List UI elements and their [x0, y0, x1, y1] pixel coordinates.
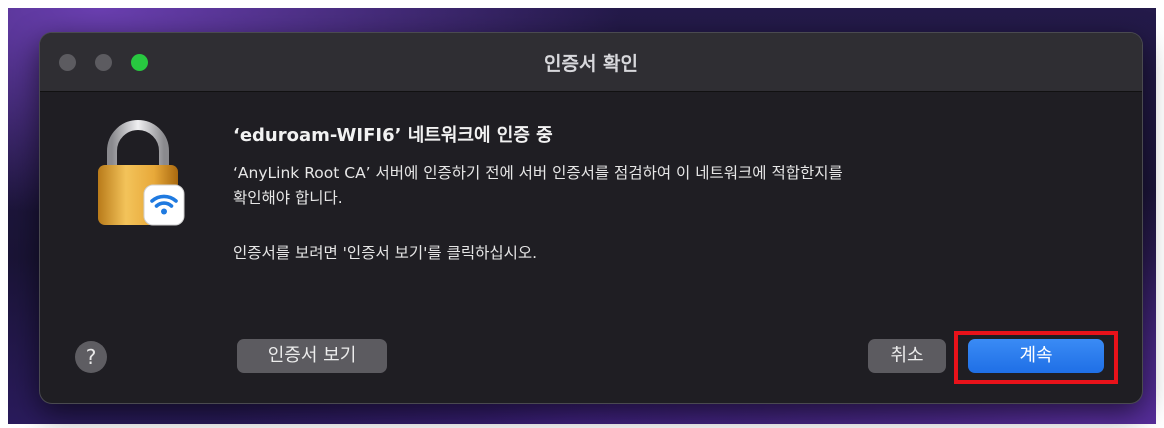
cancel-button[interactable]: 취소: [868, 339, 946, 373]
help-button[interactable]: ?: [75, 341, 107, 373]
message-line-2: 확인해야 합니다.: [233, 189, 343, 207]
wifi-lock-icon: [98, 120, 185, 226]
continue-highlight-box: [954, 331, 1118, 384]
dialog-message: ‘AnyLink Root CA’ 서버에 인증하기 전에 서버 인증서를 점검…: [233, 161, 1033, 211]
window-title: 인증서 확인: [543, 53, 638, 75]
message-line-1: ‘AnyLink Root CA’ 서버에 인증하기 전에 서버 인증서를 점검…: [233, 164, 843, 182]
dialog-instruction: 인증서를 보려면 '인증서 보기'를 클릭하십시오.: [233, 244, 538, 262]
title-bar: 인증서 확인: [40, 33, 1142, 92]
dialog-heading: ‘eduroam-WIFI6’ 네트워크에 인증 중: [233, 125, 553, 146]
view-certificate-button[interactable]: 인증서 보기: [237, 339, 387, 373]
